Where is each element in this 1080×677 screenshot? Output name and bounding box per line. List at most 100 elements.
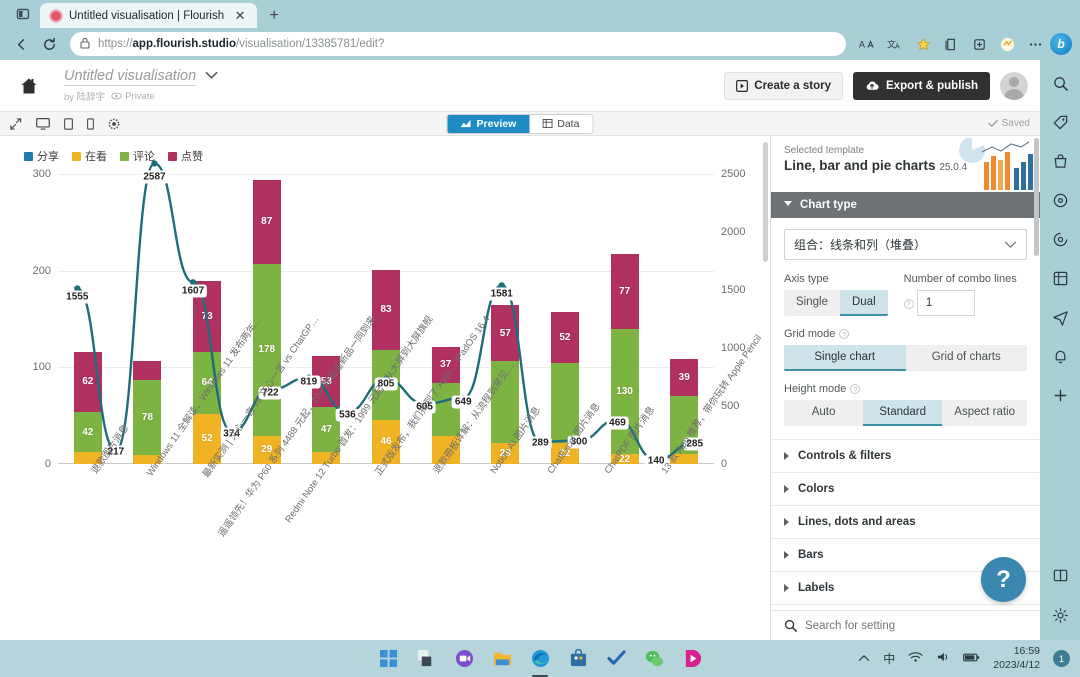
close-icon[interactable]: ✕ bbox=[231, 7, 249, 25]
new-tab-icon[interactable]: + bbox=[265, 7, 283, 25]
visualisation-title[interactable]: Untitled visualisation bbox=[64, 68, 197, 86]
line-value-label: 1555 bbox=[63, 290, 92, 304]
legend-item[interactable]: 分享 bbox=[24, 148, 59, 164]
axis-type-single[interactable]: Single bbox=[784, 290, 840, 316]
height-mode-standard[interactable]: Standard bbox=[863, 400, 943, 426]
help-icon[interactable]: ? bbox=[839, 329, 850, 339]
store-app-icon[interactable] bbox=[567, 648, 589, 670]
check-icon bbox=[987, 120, 998, 127]
wechat-app-icon[interactable] bbox=[643, 648, 665, 670]
axis-type-dual[interactable]: Dual bbox=[839, 290, 888, 316]
tab-actions-icon[interactable] bbox=[6, 0, 40, 28]
add-sidebar-icon[interactable] bbox=[1049, 384, 1071, 406]
mobile-preview-icon[interactable] bbox=[87, 117, 94, 130]
search-icon[interactable] bbox=[1049, 72, 1071, 94]
settings-accordion[interactable]: Lines, dots and areas bbox=[771, 505, 1040, 538]
settings-search[interactable] bbox=[771, 610, 1040, 640]
extensions-icon[interactable] bbox=[994, 31, 1020, 57]
edge-browser-icon[interactable] bbox=[529, 648, 551, 677]
notification-badge[interactable]: 1 bbox=[1053, 650, 1070, 667]
tab-preview[interactable]: Preview bbox=[447, 114, 530, 133]
chart-type-section-header[interactable]: Chart type bbox=[771, 192, 1040, 218]
bar-value-label: 87 bbox=[261, 216, 273, 228]
chart-type-select[interactable]: 组合：线条和列（堆叠） bbox=[784, 229, 1027, 260]
export-publish-button[interactable]: Export & publish bbox=[853, 71, 990, 100]
help-icon[interactable]: ? bbox=[850, 384, 861, 394]
flourish-app: Untitled visualisation by 陆辞宇 Private Cr… bbox=[0, 60, 1040, 640]
send-icon[interactable] bbox=[1049, 306, 1071, 328]
favorite-star-icon[interactable] bbox=[910, 31, 936, 57]
settings-gear-icon[interactable] bbox=[1049, 604, 1071, 626]
volume-icon[interactable] bbox=[936, 651, 950, 666]
translate-icon[interactable]: 文A bbox=[882, 31, 908, 57]
more-options-icon[interactable] bbox=[1022, 31, 1048, 57]
settings-accordion[interactable]: Colors bbox=[771, 472, 1040, 505]
bar-segment[interactable]: 77 bbox=[610, 254, 639, 329]
chevron-right-icon bbox=[784, 485, 789, 493]
todo-app-icon[interactable] bbox=[605, 648, 627, 670]
clock[interactable]: 16:59 2023/4/12 bbox=[993, 645, 1040, 671]
grid-mode-grid-of-charts[interactable]: Grid of charts bbox=[905, 345, 1027, 371]
split-screen-icon[interactable] bbox=[1049, 564, 1071, 586]
back-icon[interactable] bbox=[8, 31, 34, 57]
height-mode-auto[interactable]: Auto bbox=[784, 400, 864, 426]
chevron-down-icon[interactable] bbox=[205, 71, 218, 83]
games-icon[interactable] bbox=[1049, 189, 1071, 211]
home-icon[interactable] bbox=[12, 76, 46, 96]
bar-segment[interactable]: 62 bbox=[73, 351, 102, 412]
settings-accordion-label: Controls & filters bbox=[798, 450, 892, 462]
browser-tab[interactable]: Untitled visualisation | Flourish ✕ bbox=[40, 3, 258, 28]
notifications-bell-icon[interactable] bbox=[1049, 345, 1071, 367]
height-mode-aspect-ratio[interactable]: Aspect ratio bbox=[942, 400, 1027, 426]
settings-accordion[interactable]: Controls & filters bbox=[771, 439, 1040, 472]
bar-segment[interactable]: 83 bbox=[372, 269, 401, 350]
legend-item[interactable]: 在看 bbox=[72, 148, 107, 164]
chevron-down-icon bbox=[784, 200, 792, 210]
office-icon[interactable] bbox=[1049, 267, 1071, 289]
battery-icon[interactable] bbox=[963, 652, 980, 666]
shopping-tag-icon[interactable] bbox=[1049, 111, 1071, 133]
file-explorer-icon[interactable] bbox=[491, 648, 513, 670]
y2-axis-tick: 1500 bbox=[721, 284, 746, 296]
chevron-right-icon bbox=[784, 452, 789, 460]
svg-text:A: A bbox=[895, 42, 900, 50]
help-icon[interactable]: ? bbox=[903, 298, 914, 309]
read-aloud-icon[interactable]: A bbox=[854, 31, 880, 57]
ime-indicator[interactable]: 中 bbox=[883, 650, 895, 667]
combo-lines-input[interactable] bbox=[916, 290, 975, 316]
start-button-icon[interactable] bbox=[377, 648, 399, 670]
canvas-scrollbar[interactable] bbox=[763, 142, 768, 634]
add-favorite-icon[interactable] bbox=[966, 31, 992, 57]
settings-gear-icon[interactable] bbox=[108, 118, 120, 130]
fullscreen-icon[interactable] bbox=[10, 117, 22, 130]
reload-icon[interactable] bbox=[36, 31, 62, 57]
stacked-bar[interactable]: 62 42 bbox=[73, 351, 102, 464]
chat-app-icon[interactable] bbox=[453, 648, 475, 670]
chart-preview-canvas: 分享 在看 评论 点赞 0 100 200 300 0 500 1000 1500 2000 2500 6… bbox=[0, 136, 770, 640]
bar-segment[interactable]: 87 bbox=[252, 179, 281, 264]
tab-data[interactable]: Data bbox=[529, 114, 593, 133]
avatar[interactable] bbox=[1000, 71, 1028, 100]
bing-copilot-icon[interactable]: b bbox=[1050, 33, 1072, 55]
tablet-preview-icon[interactable] bbox=[64, 117, 73, 130]
shopping-bag-icon[interactable] bbox=[1049, 150, 1071, 172]
task-view-icon[interactable] bbox=[415, 648, 437, 670]
wifi-icon[interactable] bbox=[908, 651, 923, 666]
legend-item[interactable]: 评论 bbox=[120, 148, 155, 164]
bar-segment[interactable]: 42 bbox=[73, 411, 102, 453]
selected-template-card[interactable]: Selected template Line, bar and pie char… bbox=[771, 136, 1040, 192]
grid-mode-single-chart[interactable]: Single chart bbox=[784, 345, 906, 371]
address-bar[interactable]: https://app.flourish.studio/visualisatio… bbox=[70, 32, 846, 56]
y-axis-tick: 0 bbox=[44, 458, 51, 470]
create-story-button[interactable]: Create a story bbox=[724, 71, 843, 100]
settings-search-input[interactable] bbox=[805, 619, 1027, 632]
settings-scrollbar[interactable] bbox=[1034, 138, 1039, 256]
browser-essentials-icon[interactable] bbox=[1049, 228, 1071, 250]
media-player-icon[interactable] bbox=[681, 648, 703, 670]
tray-expand-icon[interactable] bbox=[858, 653, 870, 665]
chevron-right-icon bbox=[784, 551, 789, 559]
legend-item[interactable]: 点赞 bbox=[168, 148, 203, 164]
help-button[interactable]: ? bbox=[981, 557, 1026, 602]
collections-icon[interactable] bbox=[938, 31, 964, 57]
desktop-preview-icon[interactable] bbox=[36, 117, 50, 130]
